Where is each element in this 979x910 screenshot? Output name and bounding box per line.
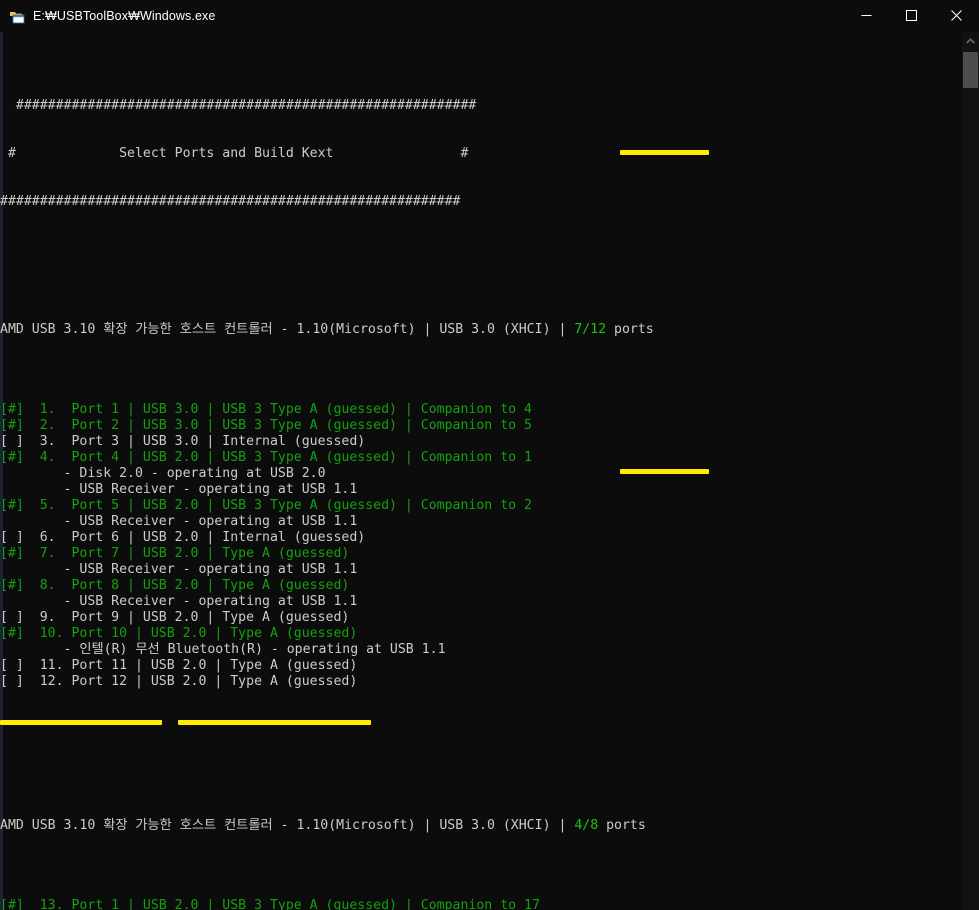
- port-row-3[interactable]: [#] 4. Port 4 | USB 2.0 | USB 3 Type A (…: [0, 450, 955, 466]
- port-row-1[interactable]: [#] 2. Port 2 | USB 3.0 | USB 3 Type A (…: [0, 418, 955, 434]
- scrollbar-up-arrow-icon[interactable]: [962, 32, 979, 49]
- minimize-button[interactable]: [844, 0, 889, 31]
- banner-title: # Select Ports and Build Kext #: [0, 146, 469, 161]
- maximize-button[interactable]: [889, 0, 934, 31]
- port-row-15[interactable]: - 인텔(R) 무선 Bluetooth(R) - operating at U…: [0, 642, 955, 658]
- highlight-build-kext-option: [0, 720, 162, 725]
- port-row-11[interactable]: [#] 8. Port 8 | USB 2.0 | Type A (guesse…: [0, 578, 955, 594]
- terminal-output: ########################################…: [0, 32, 955, 910]
- controller-1-ports-suffix: ports: [606, 322, 654, 337]
- highlight-ports-count-controller1: [620, 150, 709, 155]
- controller-2-header: AMD USB 3.10 확장 가능한 호스트 컨트롤러 - 1.10(Micr…: [0, 818, 955, 834]
- port-row-16[interactable]: [ ] 11. Port 11 | USB 2.0 | Type A (gues…: [0, 658, 955, 674]
- port-row-4[interactable]: - Disk 2.0 - operating at USB 2.0: [0, 466, 955, 482]
- window-controls: [844, 0, 979, 31]
- port-row-17[interactable]: [ ] 12. Port 12 | USB 2.0 | Type A (gues…: [0, 674, 955, 690]
- controller-2-name: AMD USB 3.10 확장 가능한 호스트 컨트롤러 - 1.10(Micr…: [0, 818, 575, 833]
- port-row-7[interactable]: - USB Receiver - operating at USB 1.1: [0, 514, 955, 530]
- port-row-14[interactable]: [#] 10. Port 10 | USB 2.0 | Type A (gues…: [0, 626, 955, 642]
- port-row-5[interactable]: - USB Receiver - operating at USB 1.1: [0, 482, 955, 498]
- scrollbar-thumb[interactable]: [963, 52, 978, 88]
- controller-1-ports-count: 7/12: [574, 322, 607, 337]
- port-row-0[interactable]: [#] 13. Port 1 | USB 2.0 | USB 3 Type A …: [0, 898, 955, 910]
- banner-top-rule: ########################################…: [0, 98, 477, 113]
- banner-bottom-rule: ########################################…: [0, 194, 461, 209]
- controller-1-port-list: [#] 1. Port 1 | USB 3.0 | USB 3 Type A (…: [0, 402, 955, 690]
- console-app-icon: [9, 8, 25, 24]
- port-row-9[interactable]: [#] 7. Port 7 | USB 2.0 | Type A (guesse…: [0, 546, 955, 562]
- port-row-13[interactable]: [ ] 9. Port 9 | USB 2.0 | Type A (guesse…: [0, 610, 955, 626]
- port-row-6[interactable]: [#] 5. Port 5 | USB 2.0 | USB 3 Type A (…: [0, 498, 955, 514]
- window-titlebar[interactable]: E:₩USBToolBox₩Windows.exe: [0, 0, 979, 32]
- port-row-0[interactable]: [#] 1. Port 1 | USB 3.0 | USB 3 Type A (…: [0, 402, 955, 418]
- controller-1-name: AMD USB 3.10 확장 가능한 호스트 컨트롤러 - 1.10(Micr…: [0, 322, 575, 337]
- port-row-2[interactable]: [ ] 3. Port 3 | USB 3.0 | Internal (gues…: [0, 434, 955, 450]
- window-title: E:₩USBToolBox₩Windows.exe: [33, 8, 216, 23]
- highlight-ports-count-controller2: [620, 469, 709, 474]
- highlight-build-kext-requires: [178, 720, 371, 725]
- port-row-10[interactable]: - USB Receiver - operating at USB 1.1: [0, 562, 955, 578]
- console-window[interactable]: ########################################…: [0, 32, 979, 910]
- controller-2-ports-count: 4/8: [574, 818, 599, 833]
- port-row-12[interactable]: - USB Receiver - operating at USB 1.1: [0, 594, 955, 610]
- controller-2-port-list: [#] 13. Port 1 | USB 2.0 | USB 3 Type A …: [0, 898, 955, 910]
- controller-1-header: AMD USB 3.10 확장 가능한 호스트 컨트롤러 - 1.10(Micr…: [0, 322, 955, 338]
- close-button[interactable]: [934, 0, 979, 31]
- vertical-scrollbar[interactable]: [962, 32, 979, 910]
- port-row-8[interactable]: [ ] 6. Port 6 | USB 2.0 | Internal (gues…: [0, 530, 955, 546]
- controller-2-ports-suffix: ports: [598, 818, 646, 833]
